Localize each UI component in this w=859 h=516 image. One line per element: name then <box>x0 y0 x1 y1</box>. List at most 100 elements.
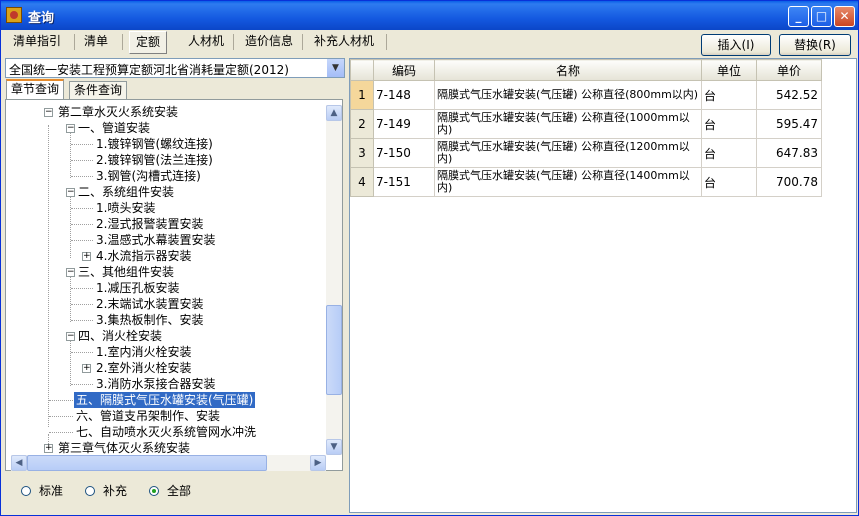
radio-selected-icon <box>149 486 159 496</box>
tree-line <box>71 176 93 177</box>
tree-line <box>70 274 71 322</box>
tree-node[interactable]: 三、其他组件安装 <box>78 264 174 280</box>
tree-node[interactable]: 4.水流指示器安装 <box>96 248 191 264</box>
toolbar-separator <box>233 34 234 50</box>
collapse-icon[interactable]: − <box>44 108 53 117</box>
app-icon <box>6 7 22 23</box>
scroll-up-icon[interactable]: ▲ <box>326 105 342 121</box>
scroll-thumb[interactable] <box>326 305 342 395</box>
column-header-code[interactable]: 编码 <box>373 59 435 81</box>
source-filter: 标准 补充 全部 <box>5 475 343 505</box>
tree-node[interactable]: 第二章水灭火系统安装 <box>58 104 178 120</box>
radio-standard[interactable]: 标准 <box>21 483 81 499</box>
cell-price[interactable]: 700.78 <box>756 167 822 197</box>
tab-quota[interactable]: 定额 <box>129 31 168 54</box>
column-header-price[interactable]: 单价 <box>756 59 822 81</box>
tree-node[interactable]: 2.湿式报警装置安装 <box>96 216 203 232</box>
cell-name[interactable]: 隔膜式气压水罐安装(气压罐) 公称直径(1200mm以内) <box>434 138 702 168</box>
cell-code[interactable]: 7-148 <box>373 80 435 110</box>
tree-horizontal-scrollbar[interactable]: ◀ ▶ <box>11 455 326 471</box>
cell-price[interactable]: 595.47 <box>756 109 822 139</box>
replace-button[interactable]: 替换(R) <box>779 34 851 56</box>
table-row[interactable]: 1 7-148 隔膜式气压水罐安装(气压罐) 公称直径(800mm以内) 台 5… <box>350 80 822 110</box>
cell-unit[interactable]: 台 <box>701 80 757 110</box>
tree-node[interactable]: 2.末端试水装置安装 <box>96 296 203 312</box>
tree-vertical-scrollbar[interactable]: ▲ ▼ <box>326 105 342 455</box>
cell-price[interactable]: 542.52 <box>756 80 822 110</box>
collapse-icon[interactable]: − <box>66 332 75 341</box>
cell-code[interactable]: 7-151 <box>373 167 435 197</box>
radio-all[interactable]: 全部 <box>149 483 209 499</box>
collapse-icon[interactable]: − <box>66 268 75 277</box>
tree-node-selected[interactable]: 五、隔膜式气压水罐安装(气压罐) <box>72 391 257 409</box>
tab-condition-query[interactable]: 条件查询 <box>69 81 128 100</box>
cell-code[interactable]: 7-149 <box>373 109 435 139</box>
tree-line <box>49 400 73 401</box>
row-index: 1 <box>350 80 374 110</box>
tree-node[interactable]: 四、消火栓安装 <box>78 328 162 344</box>
tree-node[interactable]: 一、管道安装 <box>78 120 150 136</box>
tab-bill-guide[interactable]: 清单指引 <box>7 31 67 52</box>
column-header-unit[interactable]: 单位 <box>701 59 757 81</box>
tree-node[interactable]: 1.喷头安装 <box>96 200 155 216</box>
expand-icon[interactable]: + <box>44 444 53 453</box>
collapse-icon[interactable]: − <box>66 188 75 197</box>
tree-line <box>70 338 71 386</box>
cell-name[interactable]: 隔膜式气压水罐安装(气压罐) 公称直径(800mm以内) <box>434 80 702 110</box>
tree-node[interactable]: 3.温感式水幕装置安装 <box>96 232 215 248</box>
maximize-button[interactable]: □ <box>811 6 832 27</box>
minimize-button[interactable]: _ <box>788 6 809 27</box>
collapse-icon[interactable]: − <box>66 124 75 133</box>
close-button[interactable]: ✕ <box>834 6 855 27</box>
close-icon: ✕ <box>839 9 850 23</box>
tree-line <box>71 144 93 145</box>
tree-node[interactable]: 六、管道支吊架制作、安装 <box>76 408 220 424</box>
cell-name[interactable]: 隔膜式气压水罐安装(气压罐) 公称直径(1400mm以内) <box>434 167 702 197</box>
scroll-down-icon[interactable]: ▼ <box>326 439 342 455</box>
cell-unit[interactable]: 台 <box>701 138 757 168</box>
cell-unit[interactable]: 台 <box>701 109 757 139</box>
tree-line <box>71 160 93 161</box>
tab-labor-material-machine[interactable]: 人材机 <box>182 31 230 52</box>
chevron-down-icon[interactable]: ▼ <box>327 59 344 77</box>
tab-bill[interactable]: 清单 <box>78 31 114 52</box>
radio-supplementary[interactable]: 补充 <box>85 483 145 499</box>
tree-node[interactable]: 3.集热板制作、安装 <box>96 312 203 328</box>
tree-node[interactable]: 1.减压孔板安装 <box>96 280 179 296</box>
title-bar[interactable]: 查询 _ □ ✕ <box>1 1 858 30</box>
tree-line <box>71 240 93 241</box>
quota-library-select[interactable]: 全国统一安装工程预算定额河北省消耗量定额(2012) ▼ <box>5 58 345 78</box>
tree-line <box>71 224 93 225</box>
tree-node[interactable]: 1.镀锌钢管(螺纹连接) <box>96 136 213 152</box>
scroll-thumb[interactable] <box>27 455 267 471</box>
tree-node[interactable]: 二、系统组件安装 <box>78 184 174 200</box>
tree-node[interactable]: 3.钢管(沟槽式连接) <box>96 168 201 184</box>
column-header-name[interactable]: 名称 <box>434 59 702 81</box>
scroll-right-icon[interactable]: ▶ <box>310 455 326 471</box>
tab-supplementary-lmm[interactable]: 补充人材机 <box>308 31 380 52</box>
cell-unit[interactable]: 台 <box>701 167 757 197</box>
tree-node[interactable]: 七、自动喷水灭火系统管网水冲洗 <box>76 424 256 440</box>
expand-icon[interactable]: + <box>82 252 91 261</box>
tree-node[interactable]: 2.镀锌钢管(法兰连接) <box>96 152 213 168</box>
scroll-left-icon[interactable]: ◀ <box>11 455 27 471</box>
maximize-icon: □ <box>815 9 828 23</box>
tree-node[interactable]: 第三章气体灭火系统安装 <box>58 440 190 456</box>
tree-line <box>71 304 93 305</box>
tree-node[interactable]: 2.室外消火栓安装 <box>96 360 191 376</box>
tab-chapter-query[interactable]: 章节查询 <box>6 79 65 101</box>
tree-node[interactable]: 3.消防水泵接合器安装 <box>96 376 215 392</box>
cell-code[interactable]: 7-150 <box>373 138 435 168</box>
table-row[interactable]: 4 7-151 隔膜式气压水罐安装(气压罐) 公称直径(1400mm以内) 台 … <box>350 167 822 197</box>
cell-price[interactable]: 647.83 <box>756 138 822 168</box>
expand-icon[interactable]: + <box>82 364 91 373</box>
table-row[interactable]: 3 7-150 隔膜式气压水罐安装(气压罐) 公称直径(1200mm以内) 台 … <box>350 138 822 168</box>
insert-button[interactable]: 插入(I) <box>701 34 771 56</box>
table-row[interactable]: 2 7-149 隔膜式气压水罐安装(气压罐) 公称直径(1000mm以内) 台 … <box>350 109 822 139</box>
cell-name[interactable]: 隔膜式气压水罐安装(气压罐) 公称直径(1000mm以内) <box>434 109 702 139</box>
tab-cost-info[interactable]: 造价信息 <box>239 31 299 52</box>
radio-icon <box>21 486 31 496</box>
row-index: 2 <box>350 109 374 139</box>
tree-node[interactable]: 1.室内消火栓安装 <box>96 344 191 360</box>
row-index: 4 <box>350 167 374 197</box>
